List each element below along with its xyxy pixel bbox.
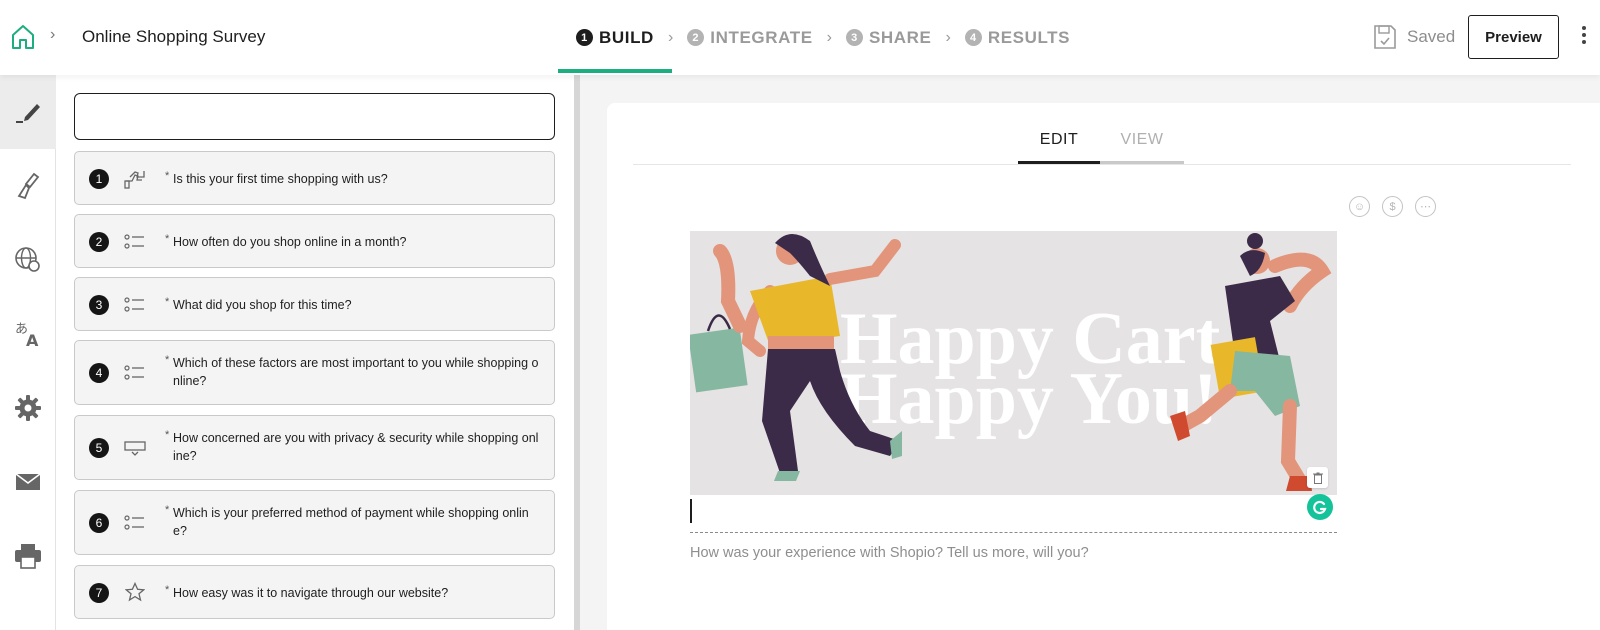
gear-icon <box>15 395 41 421</box>
more-icon[interactable]: ⋯ <box>1415 196 1436 217</box>
more-options-icon[interactable] <box>1580 26 1588 48</box>
emoji-icon[interactable]: ☺ <box>1349 196 1370 217</box>
paint-brush-icon <box>17 172 40 200</box>
thumbs-up-down-icon <box>123 168 147 190</box>
saved-status: Saved <box>1373 24 1455 50</box>
home-icon[interactable] <box>10 24 36 50</box>
translate-icon: あ A <box>15 322 39 348</box>
question-search-input[interactable] <box>74 93 555 140</box>
question-text: How often do you shop online in a month? <box>173 235 407 249</box>
globe-icon <box>15 247 40 272</box>
rail-item-print[interactable] <box>0 519 56 593</box>
workflow-steps: 1 BUILD › 2 INTEGRATE › 3 SHARE › 4 RESU… <box>558 0 1088 75</box>
description-placeholder[interactable]: How was your experience with Shopio? Tel… <box>690 545 1089 561</box>
star-icon <box>123 581 147 603</box>
question-text: How easy was it to navigate through our … <box>173 586 449 600</box>
chevron-right-icon: › <box>50 26 56 43</box>
question-list-panel: 1 * Is this your first time shopping with… <box>56 75 574 630</box>
block-toolbar: ☺ $ ⋯ <box>1349 196 1436 217</box>
preview-button[interactable]: Preview <box>1468 15 1559 59</box>
text-caret <box>690 499 692 523</box>
grammarly-icon[interactable] <box>1307 494 1333 520</box>
multiple-choice-icon <box>123 231 147 253</box>
edit-pen-icon <box>16 104 40 123</box>
dropdown-icon <box>123 437 147 459</box>
question-text: Which is your preferred method of paymen… <box>173 506 529 538</box>
step-share[interactable]: 3 SHARE <box>828 0 950 75</box>
question-card[interactable]: 5 * How concerned are you with privacy & … <box>74 415 555 480</box>
question-card[interactable]: 2 * How often do you shop online in a mon… <box>74 214 555 268</box>
question-number: 2 <box>89 232 109 252</box>
mail-icon <box>15 473 41 490</box>
delete-image-icon[interactable] <box>1307 467 1328 488</box>
question-card[interactable]: 4 * Which of these factors are most impor… <box>74 340 555 405</box>
question-number: 7 <box>89 583 109 603</box>
editor-tabs: EDIT VIEW <box>633 123 1571 165</box>
question-card[interactable]: 6 * Which is your preferred method of pay… <box>74 490 555 555</box>
svg-text:A: A <box>26 331 39 348</box>
multiple-choice-icon <box>123 362 147 384</box>
step-integrate[interactable]: 2 INTEGRATE <box>669 0 830 75</box>
left-rail: あ A <box>0 75 56 630</box>
rail-item-build[interactable] <box>0 75 56 149</box>
question-text: Is this your first time shopping with us… <box>173 172 388 186</box>
question-card[interactable]: 3 * What did you shop for this time? <box>74 277 555 331</box>
tab-edit[interactable]: EDIT <box>1018 131 1100 164</box>
step-build[interactable]: 1 BUILD <box>558 0 672 75</box>
question-number: 4 <box>89 363 109 383</box>
printer-icon <box>15 544 41 569</box>
rail-item-email[interactable] <box>0 445 56 519</box>
question-card[interactable]: 7 * How easy was it to navigate through o… <box>74 565 555 619</box>
question-number: 3 <box>89 295 109 315</box>
rail-item-theme[interactable] <box>0 149 56 223</box>
rail-item-settings[interactable] <box>0 371 56 445</box>
multiple-choice-icon <box>123 294 147 316</box>
question-number: 1 <box>89 169 109 189</box>
description-divider <box>690 532 1337 533</box>
top-bar: › Online Shopping Survey 1 BUILD › 2 INT… <box>0 0 1600 75</box>
rail-item-translate[interactable]: あ A <box>0 297 56 371</box>
question-text: How concerned are you with privacy & sec… <box>173 431 539 463</box>
question-number: 5 <box>89 438 109 458</box>
dollar-icon[interactable]: $ <box>1382 196 1403 217</box>
step-results[interactable]: 4 RESULTS <box>947 0 1088 75</box>
question-card[interactable]: 1 * Is this your first time shopping with… <box>74 151 555 205</box>
survey-title[interactable]: Online Shopping Survey <box>82 27 265 47</box>
question-number: 6 <box>89 513 109 533</box>
banner-image[interactable]: Happy Cart, Happy You! <box>690 231 1337 495</box>
tab-view[interactable]: VIEW <box>1100 131 1184 164</box>
question-text: What did you shop for this time? <box>173 298 352 312</box>
multiple-choice-icon <box>123 512 147 534</box>
question-text: Which of these factors are most importan… <box>173 356 539 388</box>
banner-text-line2: Happy You! <box>840 358 1218 440</box>
rail-item-language[interactable] <box>0 223 56 297</box>
save-disk-icon <box>1374 25 1396 49</box>
